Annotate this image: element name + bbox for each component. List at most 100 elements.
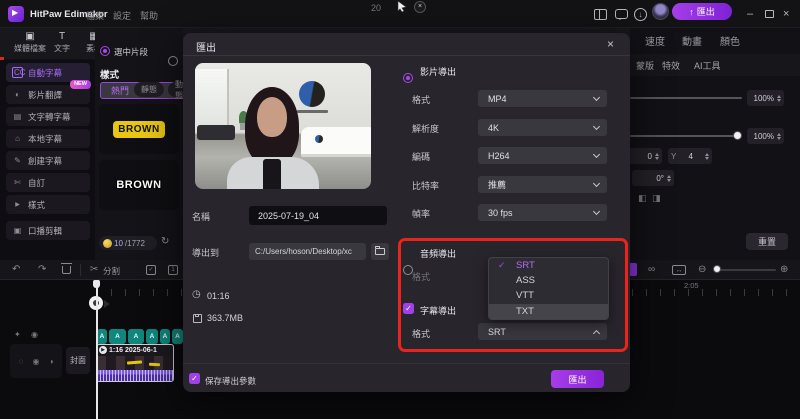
bitrate-select[interactable]: 推薦 [478, 176, 607, 193]
codec-select[interactable]: H264 [478, 147, 607, 164]
coin-icon [103, 239, 112, 248]
ruler-time-label: 2:05 [684, 281, 699, 290]
tab-animation[interactable]: 動畫 [682, 33, 702, 48]
header-export-button[interactable]: ↑ 匯出 [672, 3, 732, 20]
menu-settings[interactable]: 設定 [113, 9, 131, 22]
style-card-brown-white[interactable]: BROWN [99, 160, 179, 210]
sidebar-item-video-translate[interactable]: ◐ 影片翻譯 NEW [6, 85, 90, 104]
lock-icon[interactable]: ◑ [49, 357, 54, 366]
browse-folder-button[interactable] [371, 243, 389, 260]
opacity-slider[interactable] [630, 135, 740, 137]
dialog-close-icon[interactable]: × [607, 37, 614, 51]
dialog-export-button[interactable]: 匯出 [551, 370, 604, 388]
tab-speed[interactable]: 速度 [645, 33, 665, 48]
zoom-in-icon[interactable]: ⊕ [780, 263, 788, 277]
chevron-down-icon [593, 151, 600, 158]
trash-icon[interactable] [62, 266, 71, 274]
timeline-zoom-slider[interactable] [714, 269, 776, 271]
playhead-handle[interactable] [93, 280, 100, 288]
video-export-label: 影片導出 [420, 65, 456, 78]
badge-tool-icon[interactable]: ✓ [146, 265, 156, 275]
bitrate-label: 比特率 [412, 179, 439, 192]
scale-slider[interactable] [630, 97, 742, 99]
menu-help[interactable]: 幫助 [140, 9, 158, 22]
eye-icon[interactable]: ◉ [32, 357, 39, 366]
layout-panel-icon[interactable] [594, 9, 607, 20]
resolution-select[interactable]: 4K [478, 119, 607, 136]
subtab-effects[interactable]: 特效 [662, 59, 680, 72]
style-section-title: 樣式 [100, 67, 119, 81]
redo-icon[interactable]: ↷ [38, 263, 46, 277]
name-input[interactable]: 2025-07-19_04 [249, 206, 387, 225]
tab-static[interactable]: 靜態 [134, 82, 164, 97]
zoom-out-icon[interactable]: ⊖ [698, 263, 706, 277]
subtitle-clip[interactable]: A [97, 329, 107, 344]
tab-color[interactable]: 顏色 [720, 33, 740, 48]
sidebar-item-narration-edit[interactable]: ▣ 口播剪輯 [6, 221, 90, 240]
stepper-icon[interactable] [655, 153, 659, 160]
sidebar-item-style[interactable]: ▶ 樣式 [6, 195, 90, 214]
subtitle-clip[interactable]: A [109, 329, 126, 344]
numbered-tool-icon[interactable]: 1 [168, 265, 178, 275]
maximize-button[interactable] [765, 10, 774, 18]
tab-dynamic[interactable]: 動態 [168, 82, 183, 97]
stepper-icon[interactable] [667, 175, 671, 182]
mute-icon[interactable]: ◌ [19, 357, 24, 366]
video-clip[interactable]: ▶ 1:16 2025-06-1 [96, 344, 174, 382]
cover-button[interactable]: 封面 [66, 347, 90, 374]
undo-icon[interactable]: ↶ [12, 263, 20, 277]
close-window-button[interactable]: × [783, 8, 789, 20]
avatar[interactable] [652, 3, 669, 20]
split-label[interactable]: 分割 [103, 265, 120, 277]
slider-knob[interactable] [733, 131, 742, 140]
sidebar-item-create-subtitle[interactable]: ✎ 創建字幕 [6, 151, 90, 170]
all-clips-radio[interactable] [168, 56, 178, 66]
subtitle-clip[interactable]: A [172, 329, 183, 344]
save-params-checkbox[interactable]: ✓ [189, 373, 200, 384]
framerate-select[interactable]: 30 fps [478, 204, 607, 221]
scale-value-box[interactable]: 100% [747, 90, 784, 106]
subtitle-clip[interactable]: A [160, 329, 170, 344]
scissors-icon[interactable]: ✂ [90, 263, 98, 277]
minimize-button[interactable]: – [747, 8, 753, 20]
subtab-mask[interactable]: 蒙版 [636, 59, 654, 72]
flip-horizontal-icon[interactable]: ◧ [638, 193, 647, 204]
refresh-icon[interactable]: ↻ [161, 236, 169, 247]
pos-x-field[interactable]: 0 [626, 148, 662, 164]
fit-timeline-icon[interactable]: ↔ [672, 265, 686, 275]
eye-icon[interactable]: ◉ [31, 330, 38, 339]
subtitle-clip[interactable]: A [146, 329, 158, 344]
download-icon[interactable]: ↓ [634, 8, 647, 21]
stepper-icon[interactable] [777, 133, 781, 140]
toolbar-item-text[interactable]: T 文字 [46, 30, 78, 54]
subtitle-clip[interactable]: A [128, 329, 144, 344]
overlay-close-icon[interactable]: × [414, 1, 426, 13]
pos-y-field[interactable]: Y 4 [668, 148, 712, 164]
selected-clip-radio[interactable] [100, 46, 110, 56]
style-card-brown-yellow[interactable]: BROWN [99, 104, 179, 154]
video-export-radio[interactable] [403, 73, 413, 83]
timeline-ruler[interactable] [97, 289, 183, 296]
timeline-zoom-knob[interactable] [713, 265, 721, 273]
opacity-value-box[interactable]: 100% [747, 128, 784, 144]
feedback-chat-icon[interactable] [615, 9, 628, 19]
reset-button[interactable]: 重置 [746, 233, 788, 250]
wand-icon[interactable]: ✦ [14, 330, 21, 339]
stepper-icon[interactable] [777, 95, 781, 102]
subtab-ai-tools[interactable]: AI工具 [694, 59, 721, 72]
playhead[interactable] [96, 280, 98, 419]
stepper-icon[interactable] [705, 153, 709, 160]
play-badge-icon: ▶ [99, 346, 107, 354]
rotation-field[interactable]: 0° [632, 170, 674, 186]
sidebar-item-text-to-subtitle[interactable]: ▤ 文字轉字幕 [6, 107, 90, 126]
toolbar-item-media[interactable]: ▣ 媒體檔案 [10, 30, 50, 54]
audio-waveform [97, 370, 173, 381]
menu-file[interactable]: 檔案 [86, 9, 104, 22]
export-path-input[interactable]: C:/Users/hoson/Desktop/xc [249, 243, 366, 260]
sidebar-item-custom[interactable]: ✄ 自訂 [6, 173, 90, 192]
link-icon[interactable]: ∞ [648, 263, 655, 277]
format-select[interactable]: MP4 [478, 90, 607, 107]
sidebar-item-local-subtitle[interactable]: ⌂ 本地字幕 [6, 129, 90, 148]
timeline-ruler[interactable] [632, 289, 800, 296]
flip-vertical-icon[interactable]: ◨ [652, 193, 661, 204]
